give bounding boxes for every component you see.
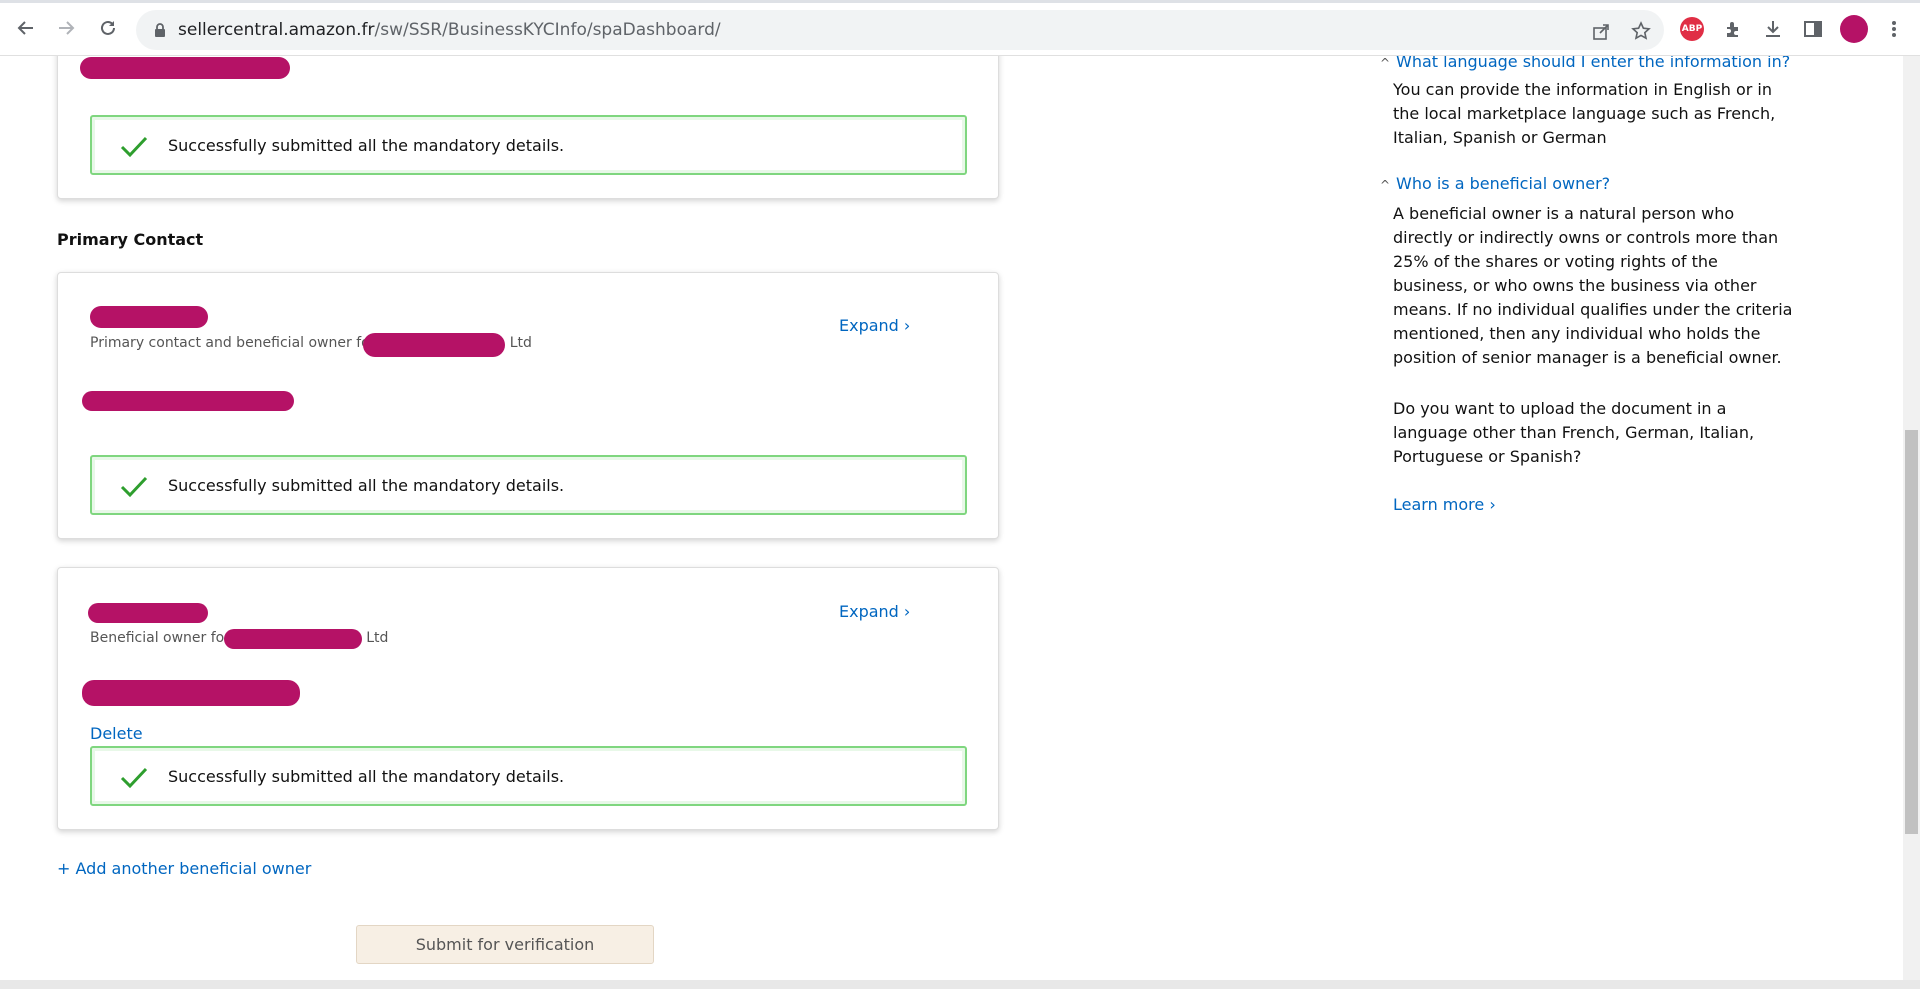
scrollbar[interactable]	[1903, 56, 1920, 980]
faq-answer-beneficial-owner: A beneficial owner is a natural person w…	[1393, 204, 1793, 367]
expand-link[interactable]: Expand ›	[839, 602, 910, 621]
success-message-box: Successfully submitted all the mandatory…	[90, 746, 967, 806]
check-icon	[120, 767, 148, 789]
subtitle-suffix: Ltd	[509, 335, 532, 351]
extensions-icon[interactable]	[1720, 16, 1746, 42]
subtitle-prefix: Beneficial owner fo	[90, 630, 225, 646]
primary-contact-card: Primary contact and beneficial owner fo L…	[57, 272, 999, 539]
upload-language-question: Do you want to upload the document in a …	[1393, 399, 1755, 466]
add-beneficial-owner-link[interactable]: + Add another beneficial owner	[57, 859, 311, 878]
caret-up-icon: ^	[1380, 178, 1391, 192]
forward-icon[interactable]	[54, 16, 78, 40]
page-content: Successfully submitted all the mandatory…	[0, 56, 1903, 980]
success-message-box: Successfully submitted all the mandatory…	[90, 115, 967, 175]
faq-question-beneficial-owner[interactable]: ^ Who is a beneficial owner?	[1380, 174, 1610, 193]
menu-icon[interactable]	[1881, 16, 1907, 42]
subtitle-prefix: Primary contact and beneficial owner fo	[90, 335, 370, 351]
business-card: Successfully submitted all the mandatory…	[57, 56, 999, 199]
scrollbar-thumb[interactable]	[1905, 430, 1918, 834]
star-icon[interactable]	[1630, 20, 1652, 42]
beneficial-owner-card: Beneficial owner fo Ltd Expand › Delete S…	[57, 567, 999, 830]
redacted-company	[224, 629, 362, 649]
redacted-detail	[82, 680, 300, 706]
redacted-text	[80, 57, 290, 79]
success-message-box: Successfully submitted all the mandatory…	[90, 455, 967, 515]
url-text[interactable]: sellercentral.amazon.fr/sw/SSR/BusinessK…	[178, 20, 721, 40]
tab-strip	[0, 0, 1920, 3]
share-icon[interactable]	[1590, 20, 1612, 42]
browser-toolbar: sellercentral.amazon.fr/sw/SSR/BusinessK…	[0, 0, 1920, 56]
redacted-company	[363, 333, 505, 357]
success-message: Successfully submitted all the mandatory…	[168, 766, 565, 786]
bottom-bar	[0, 980, 1920, 989]
success-message: Successfully submitted all the mandatory…	[168, 475, 565, 495]
abp-icon[interactable]: ABP	[1680, 17, 1704, 41]
faq-question-language[interactable]: ^ What language should I enter the inform…	[1380, 56, 1790, 71]
faq-answer-language: You can provide the information in Engli…	[1393, 80, 1776, 147]
faq-question-text: What language should I enter the informa…	[1396, 56, 1791, 71]
faq-question-text: Who is a beneficial owner?	[1396, 174, 1611, 193]
check-icon	[120, 476, 148, 498]
address-bar[interactable]: sellercentral.amazon.fr/sw/SSR/BusinessK…	[136, 10, 1664, 50]
url-host: sellercentral.amazon.fr	[178, 20, 375, 40]
redacted-name	[90, 306, 208, 328]
submit-for-verification-button[interactable]: Submit for verification	[356, 925, 654, 964]
subtitle-suffix: Ltd	[366, 630, 389, 646]
redacted-detail	[82, 391, 294, 411]
redacted-name	[88, 603, 208, 623]
learn-more-link[interactable]: Learn more ›	[1393, 495, 1496, 514]
back-icon[interactable]	[14, 16, 38, 40]
expand-link[interactable]: Expand ›	[839, 316, 910, 335]
delete-link[interactable]: Delete	[90, 724, 143, 743]
reload-icon[interactable]	[96, 16, 120, 40]
side-panel-icon[interactable]	[1800, 16, 1826, 42]
primary-contact-heading: Primary Contact	[57, 230, 204, 249]
download-icon[interactable]	[1760, 16, 1786, 42]
profile-avatar[interactable]	[1840, 15, 1868, 43]
lock-icon[interactable]	[154, 22, 166, 37]
url-path: /sw/SSR/BusinessKYCInfo/spaDashboard/	[374, 20, 721, 40]
success-message: Successfully submitted all the mandatory…	[168, 135, 565, 155]
caret-up-icon: ^	[1380, 56, 1391, 70]
check-icon	[120, 136, 148, 158]
